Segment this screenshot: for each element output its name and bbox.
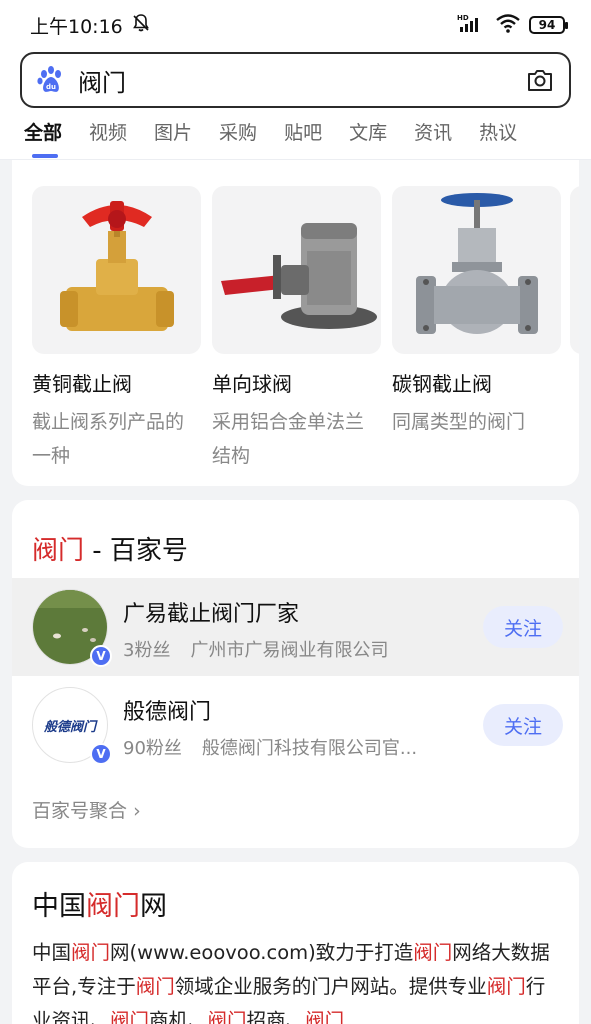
tab-news[interactable]: 资讯 (414, 116, 452, 150)
desc-keyword: 阀门 (135, 975, 175, 998)
desc-keyword: 阀门 (207, 1009, 247, 1024)
title-pre: 中国 (32, 891, 86, 922)
avatar-logo-text: 般德阀门 (43, 719, 96, 735)
search-box[interactable]: du 阀门 (20, 52, 571, 108)
search-input[interactable]: 阀门 (78, 63, 525, 98)
product-desc: 同属类型的阀门 (392, 411, 526, 433)
account-meta: 90粉丝 般德阀门科技有限公司官... (123, 734, 417, 760)
company-name: 广州市广易阀业有限公司 (190, 640, 389, 661)
clock: 上午10:16 (30, 15, 123, 38)
title-post: 网 (140, 891, 167, 922)
desc-text: 招商、 (246, 1009, 306, 1024)
verified-badge-icon: V (90, 743, 112, 765)
product-name: 黄铜截止阀 (32, 372, 132, 396)
status-bar: 上午10:16 HD 94 (0, 0, 591, 50)
product-item-brass-globe-valve[interactable]: 黄铜截止阀 截止阀系列产品的一种 (32, 186, 201, 473)
company-name: 般德阀门科技有限公司官... (201, 738, 418, 759)
tab-wenku[interactable]: 文库 (349, 116, 387, 150)
search-header: du 阀门 全部 视频 图片 采购 贴吧 文库 资讯 热议 (0, 50, 591, 160)
follow-button[interactable]: 关注 (483, 704, 563, 746)
desc-text: 中国 (32, 941, 72, 964)
title-keyword: 阀门 (86, 891, 140, 922)
site-result-card[interactable]: 中国阀门网 中国阀门网(www.eoovoo.com)致力于打造阀门网络大数据平… (12, 862, 579, 1024)
result-description: 中国阀门网(www.eoovoo.com)致力于打造阀门网络大数据平台,专注于阀… (32, 936, 562, 1024)
desc-text: 商机、 (149, 1009, 208, 1024)
fans-count: 3粉丝 (123, 640, 171, 661)
tab-tieba[interactable]: 贴吧 (284, 116, 322, 150)
battery-icon: 94 (529, 16, 568, 34)
follow-button[interactable]: 关注 (483, 606, 563, 648)
account-row[interactable]: V 广易截止阀门厂家 3粉丝 广州市广易阀业有限公司 关注 (12, 578, 579, 676)
brass-valve-image (32, 186, 201, 354)
baijiahao-title[interactable]: 阀门 - 百家号 (32, 530, 188, 567)
desc-keyword: 阀门 (305, 1009, 345, 1024)
product-carousel-card: 黄铜截止阀 截止阀系列产品的一种 单向球阀 采用铝合金单法兰结构 碳钢截止阀 同… (12, 160, 579, 486)
desc-keyword: 阀门 (486, 975, 526, 998)
baijiahao-more-link[interactable]: 百家号聚合 › (32, 796, 141, 823)
steel-valve-image (392, 186, 561, 354)
network-label: HD (457, 14, 469, 22)
signal-icon: HD (457, 13, 487, 38)
tab-discuss[interactable]: 热议 (479, 116, 517, 150)
search-tabs: 全部 视频 图片 采购 贴吧 文库 资讯 热议 (0, 116, 591, 160)
product-desc: 截止阀系列产品的一种 (32, 411, 185, 467)
tab-purchase[interactable]: 采购 (219, 116, 257, 150)
product-item-check-ball-valve[interactable]: 单向球阀 采用铝合金单法兰结构 (212, 186, 381, 473)
next-product-peek (570, 186, 579, 354)
baidu-paw-logo-icon: du (37, 66, 61, 92)
fans-count: 90粉丝 (123, 738, 182, 759)
svg-text:du: du (46, 83, 56, 91)
product-name: 碳钢截止阀 (392, 372, 492, 396)
camera-icon[interactable] (525, 65, 555, 95)
account-row[interactable]: 般德阀门 V 般德阀门 90粉丝 般德阀门科技有限公司官... 关注 (12, 676, 579, 774)
title-rest: - 百家号 (84, 536, 188, 566)
baijiahao-card: 阀门 - 百家号 V 广易截止阀门厂家 3粉丝 广州市广易阀业有限公司 关注 般德… (12, 500, 579, 848)
verified-badge-icon: V (90, 645, 112, 667)
account-name: 般德阀门 (123, 700, 212, 725)
product-name: 单向球阀 (212, 372, 292, 396)
account-meta: 3粉丝 广州市广易阀业有限公司 (123, 636, 388, 662)
desc-keyword: 阀门 (110, 1009, 150, 1024)
tab-all[interactable]: 全部 (24, 116, 62, 158)
more-label: 百家号聚合 (32, 800, 128, 822)
desc-text: 网(www.eoovoo.com)致力于打造 (110, 941, 414, 964)
product-desc: 采用铝合金单法兰结构 (212, 411, 365, 467)
title-keyword: 阀门 (32, 536, 85, 566)
tab-images[interactable]: 图片 (154, 116, 192, 150)
account-name: 广易截止阀门厂家 (123, 602, 300, 627)
desc-text: 领域企业服务的门户网站。提供专业 (174, 975, 487, 998)
mute-bell-icon (131, 13, 151, 38)
desc-keyword: 阀门 (71, 941, 111, 964)
wifi-icon (495, 13, 521, 38)
desc-keyword: 阀门 (413, 941, 453, 964)
product-item-carbon-steel-globe-valve[interactable]: 碳钢截止阀 同属类型的阀门 (392, 186, 561, 473)
result-title[interactable]: 中国阀门网 (32, 884, 167, 923)
check-valve-image (212, 186, 381, 354)
tab-video[interactable]: 视频 (89, 116, 127, 150)
chevron-right-icon: › (133, 800, 141, 822)
